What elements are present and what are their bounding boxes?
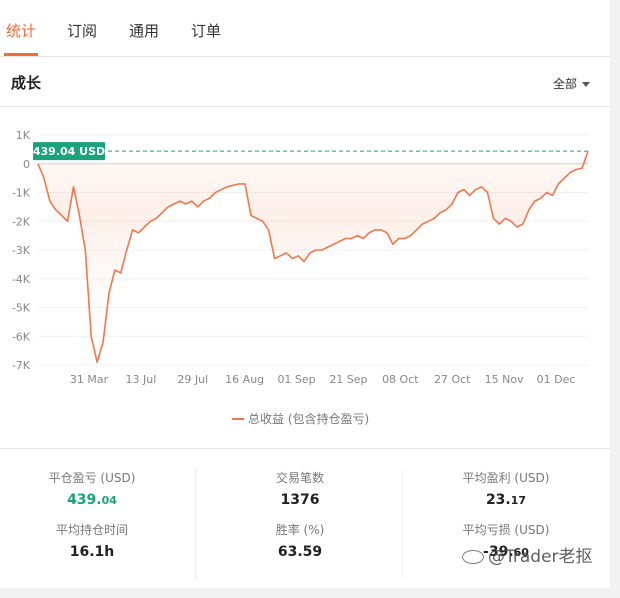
growth-chart-svg: 1K 0 -1K -2K -3K -4K -5K -6K -7K 31 Mar 13 Jul 29 J… — [12, 129, 589, 426]
legend-label: 总收益 (包含持仓盈亏) — [248, 411, 369, 426]
growth-header: 成长 全部 — [0, 56, 610, 107]
growth-chart: 1K 0 -1K -2K -3K -4K -5K -6K -7K 31 Mar 13 Jul 29 J… — [0, 107, 610, 447]
range-filter-label: 全部 — [552, 77, 577, 91]
y-tick-label: -7K — [12, 359, 31, 372]
stat-win-rate: 胜率 (%) 63.59 — [200, 521, 400, 560]
tab-subscription[interactable]: 订阅 — [67, 20, 97, 41]
stat-avg-profit: 平均盈利 (USD) 23.17 — [406, 469, 606, 508]
stat-trades: 交易笔数 1376 — [200, 469, 400, 508]
x-tick-label: 27 Oct — [434, 373, 471, 386]
stats-panel: 统计 订阅 通用 订单 成长 全部 1K 0 -1K -2K -3K -4K -5K -6K -… — [0, 0, 610, 588]
x-tick-label: 21 Sep — [329, 373, 367, 386]
y-tick-label: -2K — [12, 215, 31, 228]
stat-label: 胜率 (%) — [275, 523, 325, 537]
tab-bar: 统计 订阅 通用 订单 — [0, 0, 610, 57]
range-filter-dropdown[interactable]: 全部 — [553, 75, 590, 92]
stat-value-dec: 04 — [101, 494, 117, 507]
column-divider — [402, 469, 403, 579]
stat-label: 平均持仓时间 — [55, 523, 128, 537]
chevron-down-icon — [582, 82, 590, 87]
y-tick-label: -3K — [12, 244, 31, 257]
x-tick-label: 15 Nov — [485, 373, 524, 386]
stat-value-dec: 17 — [510, 494, 527, 507]
watermark: @Trader老抠 — [462, 542, 593, 567]
stat-avg-hold: 平均持仓时间 16.1h — [0, 521, 192, 560]
stat-label: 平仓盈亏 (USD) — [48, 471, 136, 485]
x-tick-label: 13 Jul — [126, 373, 157, 386]
tab-statistics[interactable]: 统计 — [6, 20, 36, 41]
stat-value: 63.59 — [277, 544, 323, 560]
stat-value-int: 439. — [67, 492, 102, 508]
series-area — [38, 151, 588, 363]
x-tick-label: 31 Mar — [70, 373, 109, 386]
stat-label: 交易笔数 — [275, 471, 324, 485]
tab-general[interactable]: 通用 — [129, 20, 159, 41]
y-tick-label: 1K — [16, 129, 31, 142]
x-tick-label: 29 Jul — [177, 373, 208, 386]
y-tick-label: -4K — [12, 273, 31, 286]
stat-label: 平均亏损 (USD) — [462, 523, 550, 537]
weibo-logo-icon — [462, 550, 484, 564]
x-tick-label: 01 Dec — [537, 373, 576, 386]
x-tick-label: 01 Sep — [277, 373, 315, 386]
stat-label: 平均盈利 (USD) — [462, 471, 550, 485]
section-title: 成长 — [11, 74, 42, 92]
stats-grid: 平仓盈亏 (USD) 439.04 交易笔数 1376 平均盈利 (USD) 2… — [0, 448, 610, 589]
stat-value: 16.1h — [69, 544, 115, 560]
x-tick-label: 08 Oct — [382, 373, 419, 386]
y-tick-label: 0 — [23, 158, 30, 171]
stat-value: 439.04 — [0, 492, 192, 508]
watermark-text: @Trader老抠 — [488, 547, 593, 567]
tab-orders[interactable]: 订单 — [191, 20, 221, 41]
stat-value: 1376 — [280, 492, 320, 508]
stat-closed-pnl: 平仓盈亏 (USD) 439.04 — [0, 469, 192, 508]
stat-value: 23.17 — [406, 492, 606, 508]
y-tick-label: -5K — [12, 302, 31, 315]
x-tick-label: 16 Aug — [225, 373, 264, 386]
y-tick-label: -1K — [12, 187, 31, 200]
y-tick-label: -6K — [12, 330, 31, 343]
column-divider — [195, 469, 196, 579]
stat-value-int: 23. — [485, 492, 511, 508]
last-value-label: 439.04 USD — [33, 145, 105, 158]
